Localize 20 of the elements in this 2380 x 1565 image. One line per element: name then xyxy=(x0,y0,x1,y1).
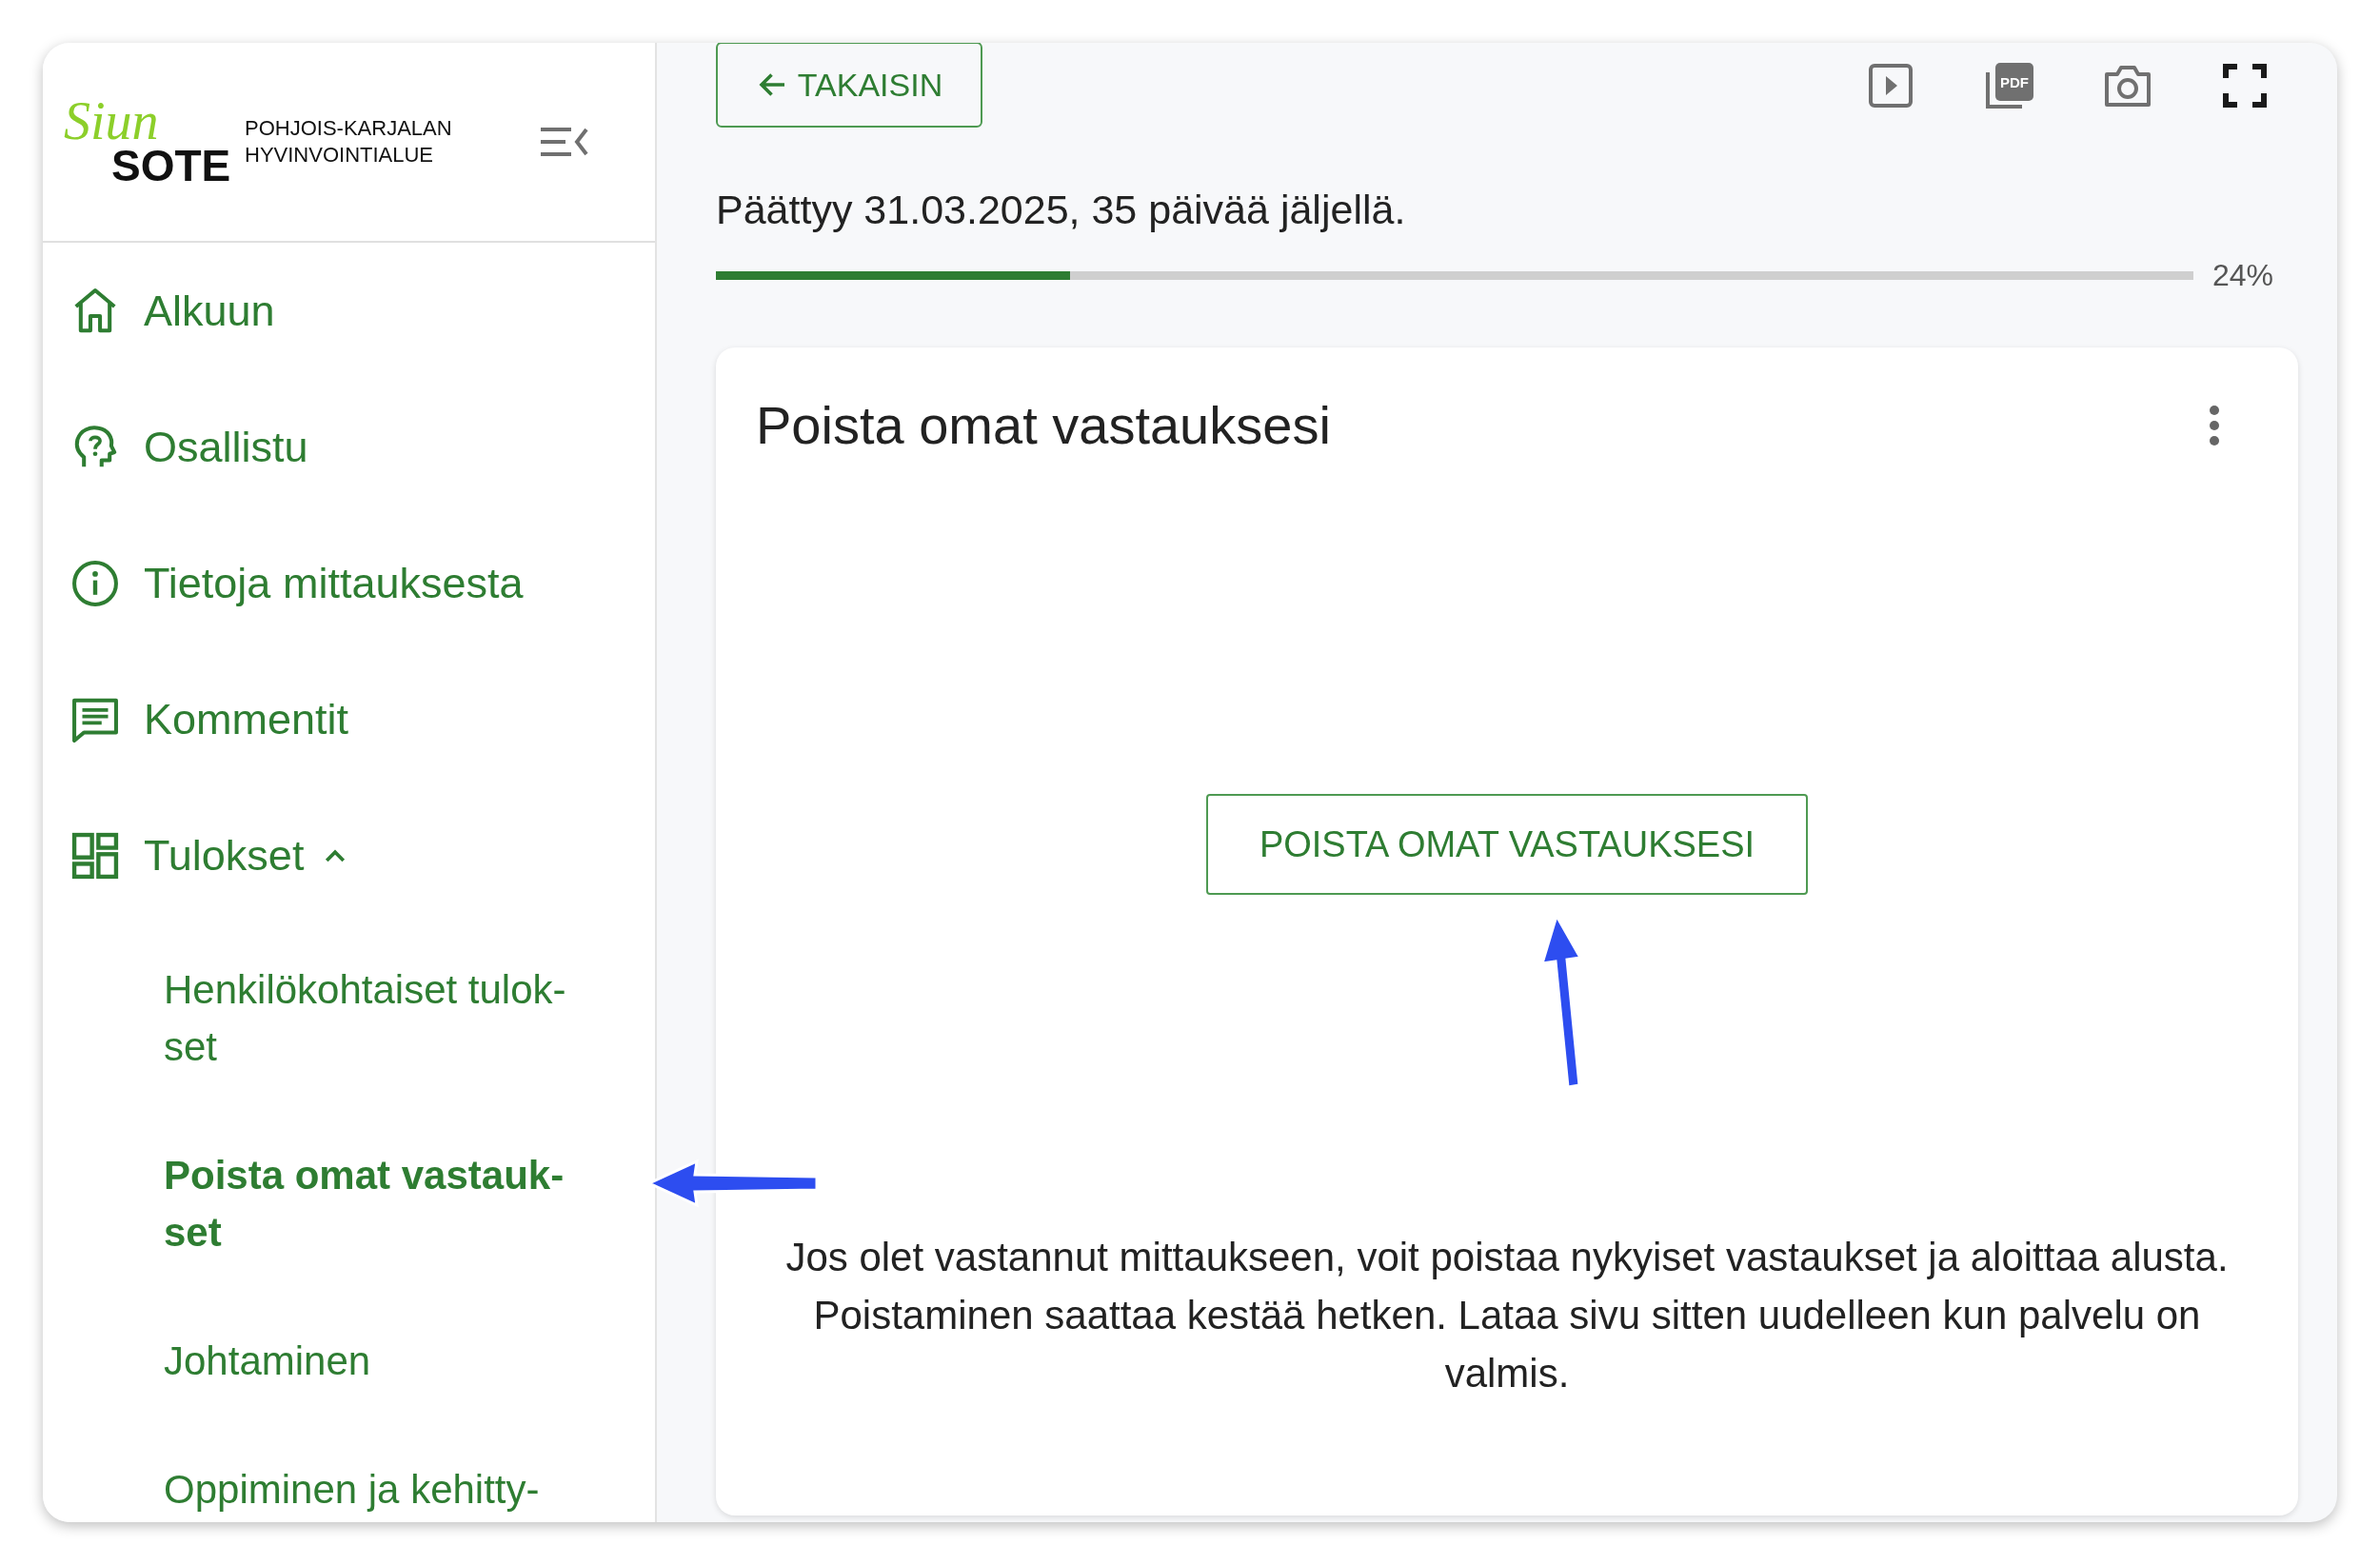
progress-percent: 24% xyxy=(2212,257,2274,294)
more-options-icon[interactable] xyxy=(2209,405,2220,446)
sidebar-item[interactable]: Tulokset xyxy=(43,787,655,923)
info-paragraph: Jos olet vastannut mittaukseen, voit poistaa nykyiset vastaukset ja aloittaa alusta. Poistaminen saattaa kestää hetken. Lataa sivu sitten uudelleen kun palvelu on valmis. xyxy=(784,1234,2230,1397)
sidebar-item[interactable]: Alkuun xyxy=(43,243,655,379)
sidebar-subitem[interactable]: Oppiminen ja kehitty- xyxy=(164,1461,611,1518)
sidebar-subitem[interactable]: Poista omat vastauk-set xyxy=(164,1147,611,1261)
collapse-menu-icon[interactable] xyxy=(541,126,588,158)
sidebar-item[interactable]: Tietoja mittauksesta xyxy=(43,515,655,651)
delete-answers-button[interactable]: POISTA OMAT VASTAUKSESI xyxy=(1205,794,1809,895)
organization-name: HYVINVOINTIALUE xyxy=(245,142,435,168)
organization-name: POHJOIS-KARJALAN xyxy=(245,115,452,142)
sidebar-item[interactable]: Kommentit xyxy=(43,651,655,787)
back-button[interactable]: TAKAISIN xyxy=(716,43,982,128)
sidebar-subitem[interactable]: Henkilökohtaiset tulok-set xyxy=(164,961,611,1076)
card-title: Poista omat vastauksesi xyxy=(756,395,1331,456)
sidebar-subitem[interactable]: Johtaminen xyxy=(164,1333,611,1390)
deadline-text: Päättyy 31.03.2025, 35 päivää jäljellä. xyxy=(716,186,1407,233)
sidebar-item[interactable]: Osallistu xyxy=(43,379,655,515)
pdf-label: PDF xyxy=(2000,74,2029,90)
